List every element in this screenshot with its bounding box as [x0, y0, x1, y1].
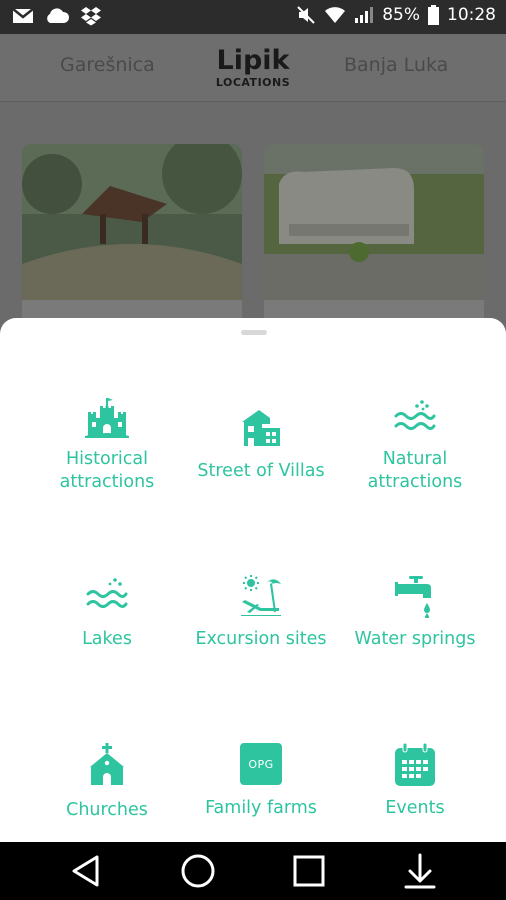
location-card[interactable]	[264, 144, 484, 344]
category-water-springs[interactable]: Water springs	[331, 574, 499, 651]
villa-icon	[242, 410, 280, 446]
category-historical-attractions[interactable]: Historical attractions	[23, 396, 191, 494]
category-label: Water springs	[354, 629, 476, 649]
category-street-of-villas[interactable]: Street of Villas	[177, 406, 345, 483]
location-switcher: Garešnica Lipik LOCATIONS Banja Luka	[0, 34, 506, 102]
church-icon	[90, 743, 124, 785]
category-lakes[interactable]: Lakes	[23, 576, 191, 651]
category-natural-attractions[interactable]: Natural attractions	[331, 396, 499, 494]
sheet-drag-handle[interactable]	[241, 330, 267, 335]
opg-icon: OPG	[240, 743, 282, 785]
category-label: Historical attractions	[59, 449, 155, 492]
faucet-icon	[395, 576, 431, 618]
dropbox-icon	[81, 7, 101, 26]
card-photo-gazebo	[22, 144, 242, 300]
category-label: Lakes	[82, 629, 132, 649]
system-nav-bar	[0, 842, 506, 900]
category-label: Natural attractions	[367, 449, 463, 492]
signal-icon	[355, 7, 374, 23]
category-label: Excursion sites	[195, 629, 327, 649]
mute-icon	[297, 6, 315, 24]
category-label: Events	[385, 798, 445, 818]
notification-icons	[12, 6, 102, 26]
back-icon[interactable]	[67, 851, 107, 891]
cloud-icon	[47, 8, 70, 23]
calendar-icon	[395, 743, 435, 786]
recents-icon[interactable]	[289, 851, 329, 891]
opg-badge-text: OPG	[248, 757, 274, 771]
wifi-icon	[325, 7, 346, 23]
gmail-icon	[12, 8, 34, 23]
location-card[interactable]	[22, 144, 242, 344]
category-family-farms[interactable]: OPG Family farms	[177, 743, 345, 820]
system-icons: 85% 10:28	[296, 5, 496, 25]
notification-pull-icon[interactable]	[400, 851, 440, 891]
status-bar: 85% 10:28	[0, 0, 506, 34]
lake-icon	[86, 578, 128, 608]
category-label: Street of Villas	[197, 461, 325, 481]
category-excursion-sites[interactable]: Excursion sites	[177, 574, 345, 651]
castle-icon	[85, 398, 129, 438]
battery-icon	[428, 5, 439, 25]
category-label: Churches	[66, 800, 148, 820]
home-icon[interactable]	[178, 851, 218, 891]
card-photo-stone-bench	[264, 144, 484, 300]
waves-icon	[394, 400, 436, 430]
category-events[interactable]: Events	[331, 743, 499, 820]
category-churches[interactable]: Churches	[23, 743, 191, 822]
beach-chair-icon	[241, 575, 281, 616]
battery-percent: 85%	[382, 5, 420, 25]
clock: 10:28	[447, 5, 496, 25]
location-subtitle: LOCATIONS	[215, 76, 291, 89]
category-label: Family farms	[205, 798, 317, 818]
categories-bottom-sheet: Historical attractions Street of Villas …	[0, 318, 506, 842]
location-next-tab[interactable]: Banja Luka	[344, 54, 448, 76]
